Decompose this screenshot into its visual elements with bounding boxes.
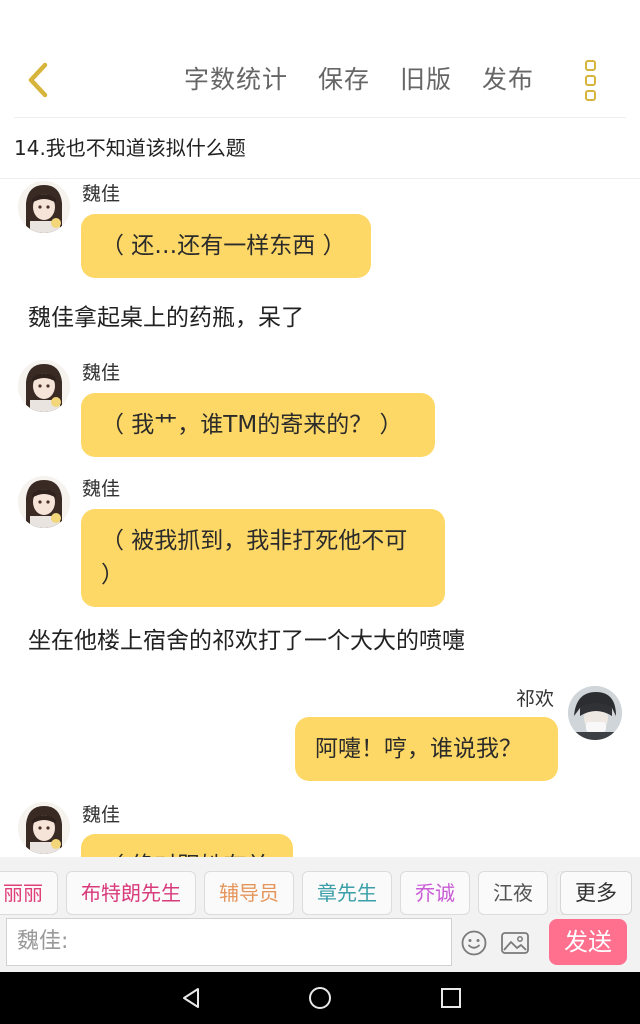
message-bubble[interactable]: （ 绝对跟她有关 ） <box>81 834 293 857</box>
character-chip[interactable]: 丽丽 <box>0 871 58 915</box>
publish-button[interactable]: 发布 <box>482 62 534 98</box>
old-version-button[interactable]: 旧版 <box>400 62 452 98</box>
sender-name: 魏佳 <box>82 804 121 826</box>
system-recents-button[interactable] <box>440 987 462 1009</box>
character-chip[interactable]: 乔诚 <box>400 871 470 915</box>
character-chip[interactable]: 江夜 <box>478 871 548 915</box>
message-list[interactable]: 魏佳 （ 还…还有一样东西 ） 魏佳拿起桌上的药瓶，呆了 魏佳 （ 我艹，谁TM… <box>0 179 640 857</box>
character-chip[interactable]: 布特朗先生 <box>66 871 196 915</box>
triangle-back-icon <box>183 988 199 1008</box>
message-input[interactable]: 魏佳: <box>6 918 452 966</box>
avatar-girl-icon <box>18 802 70 854</box>
avatar-girl-icon <box>18 181 70 233</box>
character-chip[interactable]: 章先生 <box>302 871 392 915</box>
chevron-left-icon <box>28 62 48 98</box>
avatar-girl-icon <box>18 476 70 528</box>
message-bubble[interactable]: （ 我艹，谁TM的寄来的？ ） <box>81 393 435 457</box>
avatar[interactable] <box>568 686 622 740</box>
sender-name: 魏佳 <box>82 362 121 384</box>
character-selector: 丽丽布特朗先生辅导员章先生乔诚江夜影 更多 <box>0 857 640 915</box>
narration-text[interactable]: 坐在他楼上宿舍的祁欢打了一个大大的喷嚏 <box>28 624 465 658</box>
message-bubble[interactable]: （ 被我抓到，我非打死他不可 ） <box>81 509 445 607</box>
image-icon <box>501 932 529 954</box>
back-button[interactable] <box>18 58 58 102</box>
message-bubble[interactable]: （ 还…还有一样东西 ） <box>81 214 371 278</box>
system-navigation-bar <box>0 972 640 1024</box>
composer-bar: 魏佳: 发送 <box>0 915 640 972</box>
sender-name: 魏佳 <box>82 183 121 205</box>
more-menu-button[interactable] <box>578 58 602 102</box>
divider <box>14 117 626 118</box>
more-characters-button[interactable]: 更多 <box>560 871 632 915</box>
sender-name: 魏佳 <box>82 478 121 500</box>
chapter-title[interactable]: 14.我也不知道该拟什么题 <box>14 130 246 166</box>
system-back-button[interactable] <box>180 986 204 1010</box>
smiley-icon <box>461 930 487 956</box>
insert-image-button[interactable] <box>500 929 530 957</box>
avatar[interactable] <box>18 476 70 528</box>
sender-name: 祁欢 <box>516 688 555 710</box>
vertical-dots-icon <box>584 59 596 71</box>
circle-home-icon <box>309 987 331 1009</box>
character-chip[interactable]: 辅导员 <box>204 871 294 915</box>
narration-text[interactable]: 魏佳拿起桌上的药瓶，呆了 <box>28 301 304 335</box>
avatar-girl-icon <box>18 360 70 412</box>
word-count-button[interactable]: 字数统计 <box>184 62 288 98</box>
message-bubble[interactable]: 阿嚏！哼，谁说我？ <box>295 717 558 781</box>
send-button[interactable]: 发送 <box>549 919 627 965</box>
avatar-boy-icon <box>568 686 622 740</box>
avatar[interactable] <box>18 181 70 233</box>
save-button[interactable]: 保存 <box>318 62 370 98</box>
vertical-dots-icon-dot <box>584 89 596 101</box>
avatar[interactable] <box>18 802 70 854</box>
vertical-dots-icon-dot <box>584 74 596 86</box>
emoji-button[interactable] <box>460 929 488 957</box>
square-recents-icon <box>441 988 461 1008</box>
avatar[interactable] <box>18 360 70 412</box>
top-toolbar: 字数统计 保存 旧版 发布 <box>0 0 640 118</box>
system-home-button[interactable] <box>308 986 332 1010</box>
